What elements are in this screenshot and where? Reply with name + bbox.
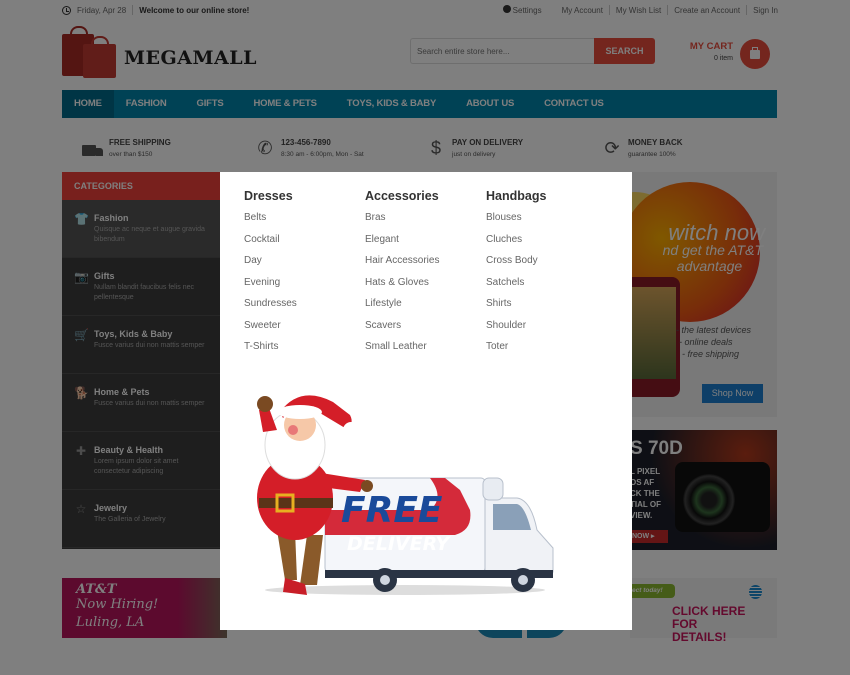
- menu-link[interactable]: Hats & Gloves: [365, 277, 485, 299]
- menu-link[interactable]: Bras: [365, 212, 485, 234]
- menu-link[interactable]: Hair Accessories: [365, 255, 485, 277]
- menu-column-accessories: Accessories Bras Elegant Hair Accessorie…: [365, 189, 485, 363]
- menu-link[interactable]: Day: [244, 255, 364, 277]
- menu-link[interactable]: Small Leather: [365, 341, 485, 363]
- column-heading: Accessories: [365, 189, 439, 203]
- santa-free-delivery-illustration: FREE DELIVERY: [257, 395, 554, 595]
- menu-column-dresses: Dresses Belts Cocktail Day Evening Sundr…: [244, 189, 364, 363]
- menu-link[interactable]: Sweeter: [244, 320, 364, 342]
- menu-link[interactable]: Sundresses: [244, 298, 364, 320]
- menu-link[interactable]: Shoulder: [486, 320, 606, 342]
- column-heading: Dresses: [244, 189, 293, 203]
- mega-menu-popup: Dresses Belts Cocktail Day Evening Sundr…: [220, 172, 632, 630]
- menu-link[interactable]: Elegant: [365, 234, 485, 256]
- menu-link[interactable]: Belts: [244, 212, 364, 234]
- ground-shadow: [265, 585, 545, 595]
- menu-link[interactable]: Blouses: [486, 212, 606, 234]
- menu-link[interactable]: Satchels: [486, 277, 606, 299]
- menu-link[interactable]: Lifestyle: [365, 298, 485, 320]
- menu-link[interactable]: T-Shirts: [244, 341, 364, 363]
- delivery-text: DELIVERY: [347, 533, 451, 555]
- menu-column-handbags: Handbags Blouses Cluches Cross Body Satc…: [486, 189, 606, 363]
- free-text: FREE: [341, 490, 443, 531]
- column-heading: Handbags: [486, 189, 547, 203]
- menu-link[interactable]: Evening: [244, 277, 364, 299]
- menu-link[interactable]: Toter: [486, 341, 606, 363]
- menu-link[interactable]: Cluches: [486, 234, 606, 256]
- menu-link[interactable]: Scavers: [365, 320, 485, 342]
- menu-link[interactable]: Cross Body: [486, 255, 606, 277]
- menu-link[interactable]: Shirts: [486, 298, 606, 320]
- menu-link[interactable]: Cocktail: [244, 234, 364, 256]
